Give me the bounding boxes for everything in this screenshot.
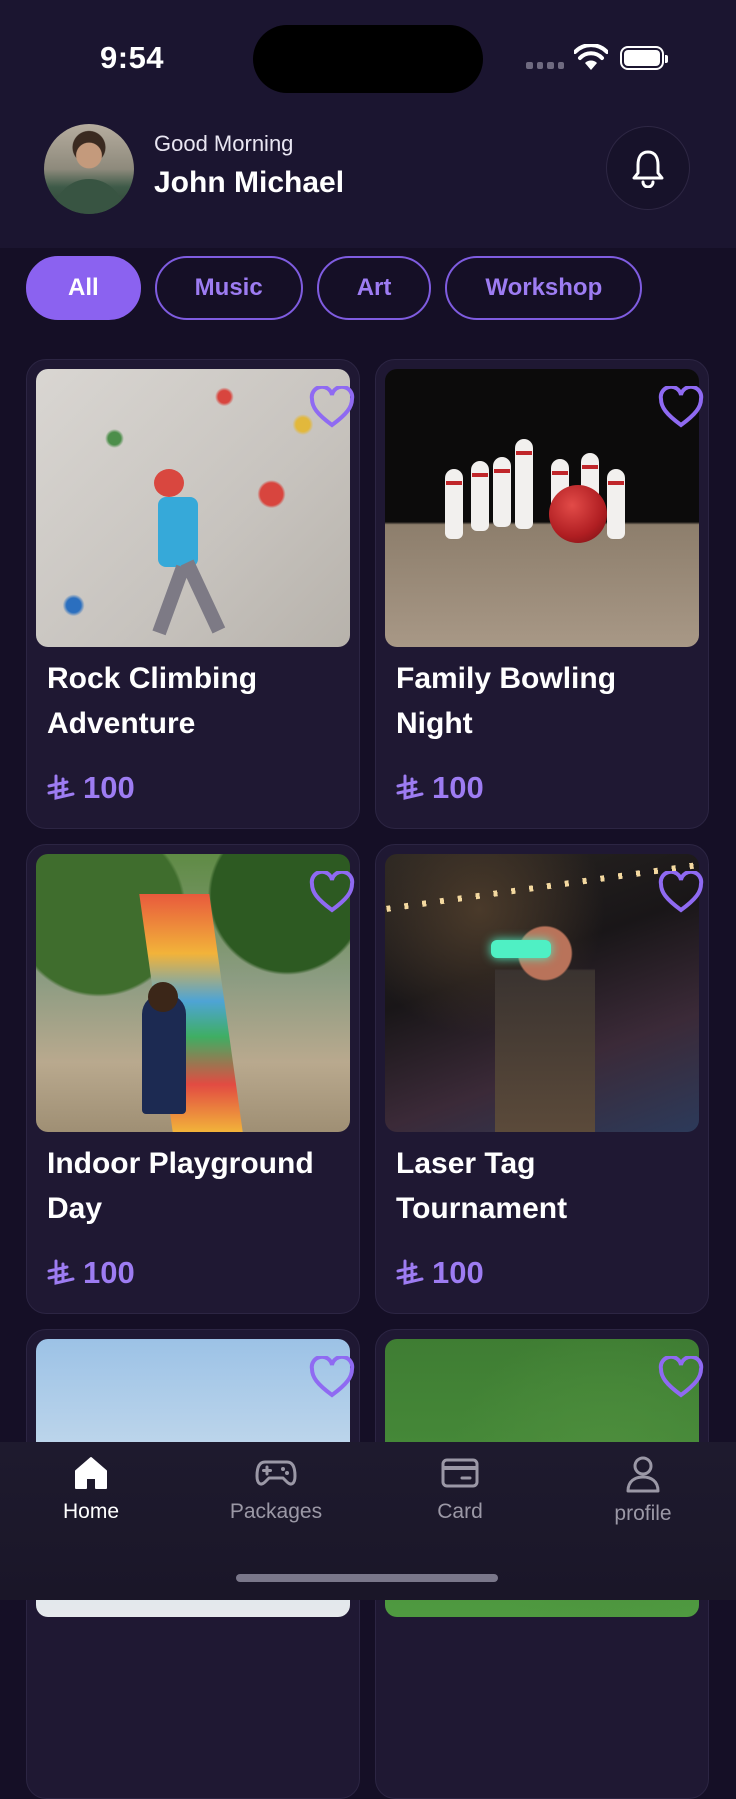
- favorite-heart-icon[interactable]: [658, 386, 704, 428]
- event-price: 100: [47, 1255, 135, 1291]
- card-icon: [441, 1458, 479, 1488]
- favorite-heart-icon[interactable]: [309, 386, 355, 428]
- battery-icon: [620, 46, 668, 70]
- tab-packages[interactable]: Packages: [186, 1454, 366, 1544]
- event-card[interactable]: Laser Tag Tournament 100: [375, 844, 709, 1314]
- event-card[interactable]: Rock Climbing Adventure 100: [26, 359, 360, 829]
- event-title: Laser Tag Tournament: [396, 1147, 568, 1225]
- price-value: 100: [432, 1255, 484, 1290]
- event-image: [385, 369, 699, 647]
- tab-home[interactable]: Home: [1, 1454, 181, 1544]
- currency-icon: [396, 774, 424, 800]
- profile-icon: [626, 1456, 660, 1493]
- event-price: 100: [396, 770, 484, 806]
- currency-icon: [47, 774, 75, 800]
- filter-chip-all[interactable]: All: [26, 256, 141, 320]
- tab-card[interactable]: Card: [370, 1454, 550, 1544]
- tab-label: Home: [62, 1500, 120, 1523]
- cellular-signal-icon: [526, 62, 564, 70]
- event-title: Family Bowling Night: [396, 662, 617, 740]
- wifi-icon: [574, 44, 608, 70]
- tab-profile[interactable]: profile: [553, 1454, 733, 1544]
- favorite-heart-icon[interactable]: [309, 871, 355, 913]
- bell-icon: [632, 150, 664, 188]
- tab-label: Card: [437, 1500, 483, 1523]
- status-time: 9:54: [100, 40, 165, 75]
- filter-chip-art[interactable]: Art: [316, 256, 432, 320]
- home-indicator: [236, 1574, 498, 1582]
- category-filters: All Music Art Workshop: [26, 256, 643, 320]
- favorite-heart-icon[interactable]: [658, 871, 704, 913]
- currency-icon: [396, 1259, 424, 1285]
- gamepad-icon: [255, 1460, 297, 1486]
- filter-chip-music[interactable]: Music: [154, 256, 303, 320]
- tab-label: profile: [614, 1502, 672, 1525]
- event-title: Indoor Playground Day: [47, 1147, 314, 1225]
- tab-label: Packages: [229, 1500, 323, 1523]
- currency-icon: [47, 1259, 75, 1285]
- event-price: 100: [47, 770, 135, 806]
- user-name: John Michael: [154, 166, 345, 199]
- greeting-text: Good Morning: [154, 131, 294, 156]
- favorite-heart-icon[interactable]: [309, 1356, 355, 1398]
- event-card[interactable]: Family Bowling Night 100: [375, 359, 709, 829]
- event-price: 100: [396, 1255, 484, 1291]
- status-bar: 9:54: [0, 0, 736, 110]
- event-image: [36, 854, 350, 1132]
- event-title: Rock Climbing Adventure: [47, 662, 258, 740]
- price-value: 100: [432, 770, 484, 805]
- price-value: 100: [83, 1255, 135, 1290]
- avatar[interactable]: [44, 124, 134, 214]
- dynamic-island: [253, 25, 483, 93]
- home-icon: [75, 1457, 107, 1489]
- header: 9:54 Good Morning John Michael: [0, 0, 736, 248]
- event-card[interactable]: Indoor Playground Day 100: [26, 844, 360, 1314]
- notifications-button[interactable]: [606, 126, 690, 210]
- event-image: [36, 369, 350, 647]
- filter-chip-workshop[interactable]: Workshop: [445, 256, 643, 320]
- favorite-heart-icon[interactable]: [658, 1356, 704, 1398]
- price-value: 100: [83, 770, 135, 805]
- event-image: [385, 854, 699, 1132]
